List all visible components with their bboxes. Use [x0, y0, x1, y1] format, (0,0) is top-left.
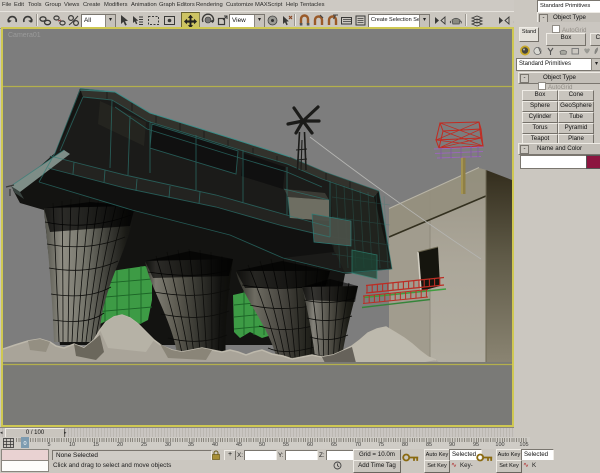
- svg-text:Camera01: Camera01: [8, 32, 41, 39]
